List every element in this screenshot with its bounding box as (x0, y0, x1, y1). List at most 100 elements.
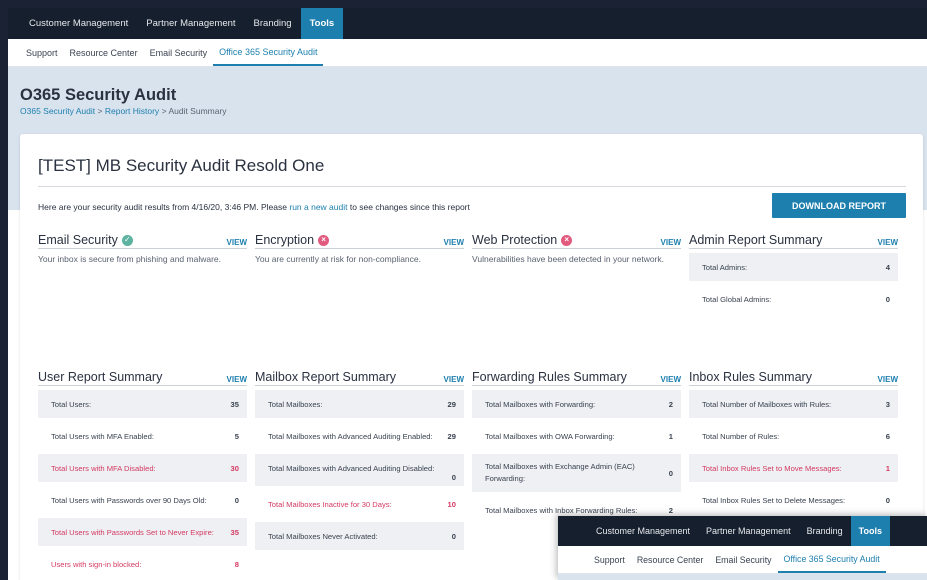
top-nav: Customer Management Partner Management B… (8, 8, 927, 39)
row-value: 8 (234, 559, 239, 569)
table-row: Total Inbox Rules Set to Move Messages: 1 (689, 454, 898, 482)
inbox-rules-summary-section: Inbox Rules Summary VIEW Total Number of… (689, 370, 898, 518)
report-card: [TEST] MB Security Audit Resold One Here… (20, 134, 923, 580)
subnav-email-security[interactable]: Email Security (709, 546, 777, 573)
admin-report-summary-section: Admin Report Summary VIEW Total Admins: … (689, 233, 898, 317)
row-value: 2 (668, 505, 673, 515)
row-value: 0 (885, 294, 890, 304)
row-value: 0 (451, 531, 456, 541)
row-label: Total Mailboxes with OWA Forwarding: (485, 431, 615, 441)
table-row: Total Mailboxes with Advanced Auditing D… (255, 454, 464, 486)
row-value: 0 (451, 473, 456, 482)
intro-text-suffix: to see changes since this report (349, 202, 470, 212)
table-row: Total Users with MFA Disabled: 30 (38, 454, 247, 482)
row-value: 3 (885, 399, 890, 409)
row-label: Total Mailboxes: (268, 399, 323, 409)
encryption-section: Encryption × VIEW You are currently at ri… (255, 233, 464, 266)
table-row: Users with sign-in blocked: 8 (38, 550, 247, 578)
row-value: 29 (447, 399, 456, 409)
section-title: Mailbox Report Summary (255, 370, 397, 384)
row-value: 1 (668, 431, 673, 441)
view-link[interactable]: VIEW (661, 375, 681, 384)
table-row: Total Mailboxes with OWA Forwarding: 1 (472, 422, 681, 450)
topnav-partner-management[interactable]: Partner Management (698, 516, 799, 546)
row-value: 1 (885, 463, 890, 473)
section-description: Your inbox is secure from phishing and m… (38, 254, 222, 264)
close-icon: × (318, 234, 330, 246)
view-link[interactable]: VIEW (878, 375, 898, 384)
breadcrumb-audit-summary: Audit Summary (168, 106, 227, 116)
report-intro: Here are your security audit results fro… (38, 202, 470, 212)
row-label: Total Number of Rules: (702, 431, 780, 441)
breadcrumb-separator: > (161, 106, 167, 116)
row-label: Total Mailboxes with Inbox Forwarding Ru… (485, 505, 638, 515)
row-label: Total Users: (51, 399, 92, 409)
sub-nav: Support Resource Center Email Security O… (8, 39, 927, 67)
topnav-customer-management[interactable]: Customer Management (588, 516, 698, 546)
run-new-audit-link[interactable]: run a new audit (289, 202, 347, 212)
topnav-customer-management[interactable]: Customer Management (20, 8, 137, 39)
row-value: 0 (234, 495, 239, 505)
table-row: Total Global Admins: 0 (689, 285, 898, 313)
section-title: Forwarding Rules Summary (472, 370, 627, 384)
row-value: 35 (230, 527, 239, 537)
close-icon: × (561, 234, 573, 246)
section-title: Admin Report Summary (689, 233, 823, 247)
row-label: Total Users with Passwords Set to Never … (51, 527, 214, 537)
table-row: Total Mailboxes Inactive for 30 Days: 10 (255, 490, 464, 518)
breadcrumb-o365-security-audit[interactable]: O365 Security Audit (20, 106, 95, 116)
row-label: Total Mailboxes Never Activated: (268, 531, 378, 541)
subnav-support[interactable]: Support (20, 39, 64, 66)
row-value: 30 (230, 463, 239, 473)
section-title: Encryption (255, 233, 315, 247)
breadcrumb: O365 Security Audit > Report History > A… (20, 106, 227, 116)
view-link[interactable]: VIEW (227, 375, 247, 384)
row-value: 29 (447, 431, 456, 441)
view-link[interactable]: VIEW (227, 238, 247, 247)
row-label: Users with sign-in blocked: (51, 559, 142, 569)
section-description: You are currently at risk for non-compli… (255, 254, 421, 264)
subnav-office365-security-audit[interactable]: Office 365 Security Audit (777, 546, 886, 573)
view-link[interactable]: VIEW (878, 238, 898, 247)
row-label: Total Inbox Rules Set to Delete Messages… (702, 495, 846, 505)
topnav-tools[interactable]: Tools (300, 8, 344, 39)
section-title: Inbox Rules Summary (689, 370, 812, 384)
row-label: Total Global Admins: (702, 294, 772, 304)
table-row: Total Mailboxes with Advanced Auditing E… (255, 422, 464, 450)
row-label: Total Mailboxes with Exchange Admin (EAC… (485, 461, 635, 483)
row-label: Total Admins: (702, 262, 748, 272)
topnav-partner-management[interactable]: Partner Management (137, 8, 244, 39)
subnav-office365-security-audit[interactable]: Office 365 Security Audit (213, 39, 324, 66)
view-link[interactable]: VIEW (444, 238, 464, 247)
topnav-tools[interactable]: Tools (850, 516, 890, 546)
row-value: 2 (668, 399, 673, 409)
view-link[interactable]: VIEW (444, 375, 464, 384)
table-row: Total Mailboxes Never Activated: 0 (255, 522, 464, 550)
app-window: Customer Management Partner Management B… (8, 8, 927, 580)
view-link[interactable]: VIEW (661, 238, 681, 247)
breadcrumb-report-history[interactable]: Report History (105, 106, 159, 116)
subnav-support[interactable]: Support (588, 546, 631, 573)
row-value: 0 (668, 468, 673, 478)
subnav-resource-center[interactable]: Resource Center (631, 546, 710, 573)
topnav-branding[interactable]: Branding (799, 516, 851, 546)
row-label: Total Users with MFA Enabled: (51, 431, 154, 441)
topnav-branding[interactable]: Branding (245, 8, 301, 39)
row-label: Total Mailboxes Inactive for 30 Days: (268, 499, 392, 509)
breadcrumb-separator: > (97, 106, 103, 116)
row-label: Total Mailboxes with Advanced Auditing D… (268, 463, 435, 473)
table-row: Total Users with Passwords over 90 Days … (38, 486, 247, 514)
row-label: Total Users with Passwords over 90 Days … (51, 495, 207, 505)
subnav-email-security[interactable]: Email Security (144, 39, 214, 66)
row-label: Total Mailboxes with Advanced Auditing E… (268, 431, 433, 441)
row-label: Total Inbox Rules Set to Move Messages: (702, 463, 842, 473)
download-report-button[interactable]: DOWNLOAD REPORT (772, 193, 906, 218)
title-divider (38, 186, 906, 187)
table-row: Total Users with MFA Enabled: 5 (38, 422, 247, 450)
web-protection-section: Web Protection × VIEW Vulnerabilities hav… (472, 233, 681, 266)
subnav-resource-center[interactable]: Resource Center (64, 39, 144, 66)
section-title: Web Protection (472, 233, 558, 247)
row-value: 10 (447, 499, 456, 509)
table-row: Total Number of Rules: 6 (689, 422, 898, 450)
row-value: 5 (234, 431, 239, 441)
